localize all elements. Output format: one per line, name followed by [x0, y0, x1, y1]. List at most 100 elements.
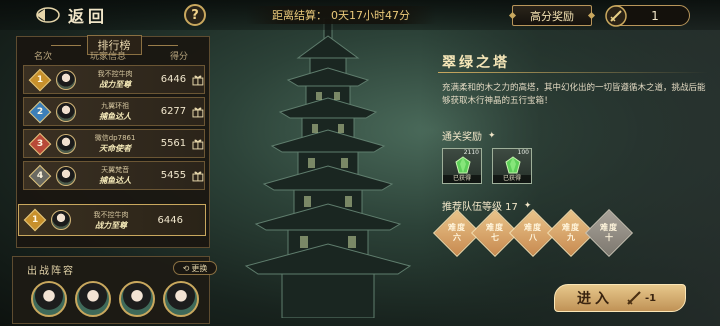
back-button[interactable]: 返回: [34, 4, 184, 26]
title-ornament: [50, 44, 81, 46]
player-info: 天翼梵音 捕鱼达人: [82, 165, 149, 186]
col-rank: 名次: [33, 52, 52, 62]
title-underline: [438, 72, 708, 73]
difficulty-text: 难度七: [486, 223, 504, 243]
rank-number: 3: [36, 138, 44, 149]
difficulty-number: 六: [453, 233, 461, 242]
difficulty-word: 难度: [486, 223, 504, 232]
ticket-count: 1: [651, 8, 659, 23]
rank-number: 4: [36, 170, 44, 181]
difficulty-number: 九: [567, 233, 575, 242]
reward-list: 2110 已获得 100 已获得: [442, 148, 532, 184]
player-name: 天翼梵音: [101, 166, 130, 174]
sword-ticket-icon: [627, 291, 641, 305]
leaderboard-row[interactable]: 4 天翼梵音捕鱼达人 5455: [23, 161, 205, 190]
avatar: [55, 133, 76, 154]
change-lineup-button[interactable]: ⟲ 更换: [173, 261, 217, 275]
clear-reward-label: 通关奖励: [442, 132, 482, 143]
clear-reward-heading: 通关奖励 ✦: [442, 128, 496, 144]
reward-quantity: 100: [517, 149, 529, 156]
player-score: 5455: [160, 170, 187, 181]
gift-icon[interactable]: [192, 138, 204, 150]
difficulty-text: 难度十: [600, 223, 618, 243]
difficulty-selector: 难度六难度七难度八难度九难度十: [432, 208, 634, 258]
settlement-countdown: 距离结算： 0天17小时47分: [246, 6, 436, 24]
countdown-label: 距离结算：: [272, 9, 327, 22]
enter-label: 进入: [577, 291, 613, 307]
difficulty-number: 八: [529, 233, 537, 242]
gift-icon[interactable]: [192, 170, 204, 182]
reward-status: 已获得: [443, 175, 481, 183]
difficulty-word: 难度: [600, 223, 618, 232]
player-title: 捕鱼达人: [99, 112, 132, 121]
green-crystal-icon: [455, 156, 471, 174]
swap-icon: ⟲: [182, 263, 190, 273]
difficulty-text: 难度八: [524, 223, 542, 243]
hero-slots: [31, 281, 199, 317]
difficulty-word: 难度: [448, 223, 466, 232]
hero-slot[interactable]: [119, 281, 155, 317]
reward-item[interactable]: 100 已获得: [492, 148, 532, 184]
col-player-info: 玩家信息: [89, 52, 126, 62]
player-title: 捕鱼达人: [99, 176, 132, 185]
tower-description: 充满柔和的木之力的高塔，其中幻化出的一切皆遵循木之道，挑战后能够获取木行神晶的五…: [442, 83, 706, 106]
difficulty-option[interactable]: 难度十: [584, 208, 634, 258]
back-label: 返回: [68, 7, 109, 26]
reward-item[interactable]: 2110 已获得: [442, 148, 482, 184]
player-name: 微信dp7861: [94, 134, 136, 142]
deploy-lineup-panel: 出战阵容 ⟲ 更换: [12, 256, 217, 324]
countdown-value: 0天17小时47分: [331, 9, 410, 22]
difficulty-word: 难度: [524, 223, 542, 232]
difficulty-number: 七: [491, 233, 499, 242]
sword-ticket-icon: [605, 4, 627, 27]
player-name: 九翼环祖: [101, 102, 130, 110]
player-name: 我不控牛肉: [97, 70, 133, 78]
help-button[interactable]: ?: [184, 4, 206, 26]
sparkle-icon: ✦: [523, 200, 532, 211]
leaderboard-list: 1 我不控牛肉 战力至尊 6446 2 九翼环祖 捕鱼达人 6277 3 微信dp7861 天命使者…: [23, 65, 205, 193]
rank-badge: 2: [28, 100, 52, 123]
tower-title: 翠绿之塔: [442, 55, 510, 71]
difficulty-number: 十: [605, 233, 613, 242]
leaderboard-row[interactable]: 1 我不控牛肉 战力至尊 6446: [23, 65, 205, 94]
leaderboard-row[interactable]: 2 九翼环祖 捕鱼达人 6277: [23, 97, 205, 126]
avatar: [55, 69, 76, 90]
rank-number: 1: [31, 214, 39, 225]
hero-slot[interactable]: [31, 281, 67, 317]
high-score-reward-button[interactable]: 高分奖励: [512, 5, 592, 26]
hero-slot[interactable]: [163, 281, 199, 317]
leaderboard-header: 名次 玩家信息 得分: [23, 49, 205, 62]
difficulty-word: 难度: [562, 223, 580, 232]
player-info: 九翼环祖 捕鱼达人: [82, 101, 149, 122]
hero-slot[interactable]: [75, 281, 111, 317]
player-info: 微信dp7861 天命使者: [82, 133, 149, 154]
enter-cost: -1: [645, 292, 657, 304]
player-score: 6446: [157, 214, 183, 226]
back-arrow-icon: [36, 7, 60, 23]
leaderboard-row[interactable]: 3 微信dp7861 天命使者 5561: [23, 129, 205, 158]
challenge-ticket[interactable]: 1: [605, 4, 690, 27]
player-info: 我不控牛肉 战力至尊: [77, 210, 145, 231]
player-title: 天命使者: [99, 144, 132, 153]
gift-icon[interactable]: [192, 106, 204, 118]
my-rank-row[interactable]: 1 我不控牛肉 战力至尊 6446: [18, 204, 206, 236]
player-name: 我不控牛肉: [93, 210, 129, 219]
rank-number: 2: [36, 106, 44, 117]
avatar: [55, 165, 76, 186]
rank-badge: 1: [23, 208, 47, 232]
sparkle-icon: ✦: [488, 130, 496, 141]
difficulty-text: 难度六: [448, 223, 466, 243]
player-title: 战力至尊: [95, 220, 127, 230]
player-score: 5561: [160, 138, 187, 149]
avatar: [51, 210, 71, 230]
green-crystal-icon: [505, 156, 521, 174]
change-label: 更换: [191, 263, 208, 273]
gift-icon[interactable]: [192, 74, 204, 86]
player-score: 6446: [160, 74, 187, 85]
avatar: [55, 101, 76, 122]
rank-badge: 1: [28, 68, 52, 91]
enter-button[interactable]: 进入 -1: [554, 284, 686, 312]
title-ornament: [147, 44, 178, 46]
rank-number: 1: [36, 74, 44, 85]
rank-badge: 3: [28, 132, 52, 155]
